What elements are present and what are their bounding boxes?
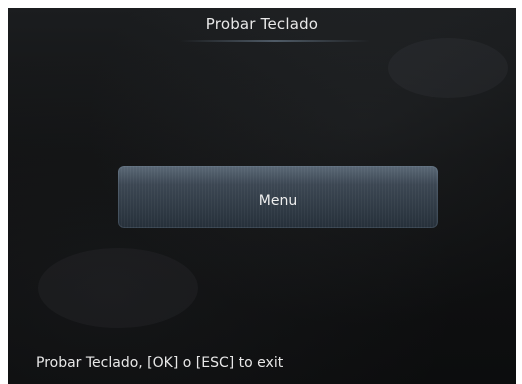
menu-button[interactable]: Menu — [118, 166, 438, 228]
lcd-screen: Probar Teclado Menu Probar Teclado, [OK]… — [8, 8, 516, 384]
title-underline — [180, 40, 370, 42]
screen-smudge — [38, 248, 198, 328]
status-instructions: Probar Teclado, [OK] o [ESC] to exit — [36, 355, 284, 371]
screen-title: Probar Teclado — [205, 15, 319, 33]
device-frame: Probar Teclado Menu Probar Teclado, [OK]… — [0, 0, 522, 384]
screen-smudge — [388, 38, 508, 98]
menu-button-label: Menu — [258, 193, 298, 209]
